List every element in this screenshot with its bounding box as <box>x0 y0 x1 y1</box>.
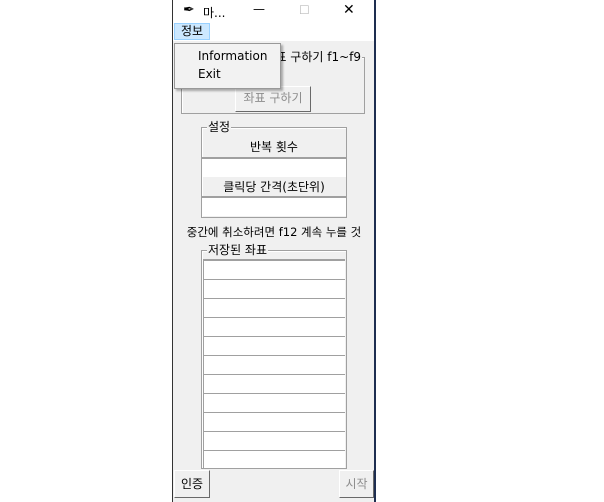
list-item[interactable] <box>204 261 345 280</box>
title-bar: ✒ 마... — ☐ ✕ <box>173 0 374 22</box>
list-item[interactable] <box>204 413 345 432</box>
get-coords-button[interactable]: 좌표 구하기 <box>235 86 311 112</box>
list-item[interactable] <box>204 299 345 318</box>
repeat-count-input[interactable] <box>202 157 346 177</box>
list-item[interactable] <box>204 337 345 356</box>
app-window: ✒ 마... — ☐ ✕ 정보 Information Exit 좌표 구하기 … <box>172 0 376 502</box>
list-item[interactable] <box>204 356 345 375</box>
menu-bar: 정보 <box>173 22 374 41</box>
menu-item-exit[interactable]: Exit <box>198 67 221 81</box>
settings-label: 설정 <box>207 120 232 134</box>
menu-info[interactable]: 정보 <box>174 23 210 40</box>
maximize-button[interactable]: ☐ <box>299 3 310 17</box>
window-title: 마... <box>203 6 226 20</box>
feather-icon: ✒ <box>183 2 195 18</box>
list-item[interactable] <box>204 432 345 451</box>
menu-item-information[interactable]: Information <box>198 49 267 63</box>
saved-coords-label: 저장된 좌표 <box>207 243 269 257</box>
cancel-hint: 중간에 취소하려면 f12 계속 누를 것 <box>186 225 362 239</box>
info-dropdown: Information Exit <box>174 43 281 89</box>
list-item[interactable] <box>204 451 345 468</box>
saved-coords-group: 저장된 좌표 <box>201 243 347 469</box>
repeat-label: 반복 횟수 <box>250 140 298 154</box>
list-item[interactable] <box>204 318 345 337</box>
close-button[interactable]: ✕ <box>343 2 355 18</box>
list-item[interactable] <box>204 375 345 394</box>
start-button[interactable]: 시작 <box>339 470 374 498</box>
interval-input[interactable] <box>202 196 346 216</box>
minimize-button[interactable]: — <box>253 2 265 16</box>
settings-group: 설정 반복 횟수 클릭당 간격(초단위) <box>201 120 347 218</box>
interval-label: 클릭당 간격(초단위) <box>223 180 325 194</box>
list-item[interactable] <box>204 394 345 413</box>
saved-coords-list[interactable] <box>203 259 345 468</box>
list-item[interactable] <box>204 280 345 299</box>
auth-button[interactable]: 인증 <box>174 470 210 498</box>
